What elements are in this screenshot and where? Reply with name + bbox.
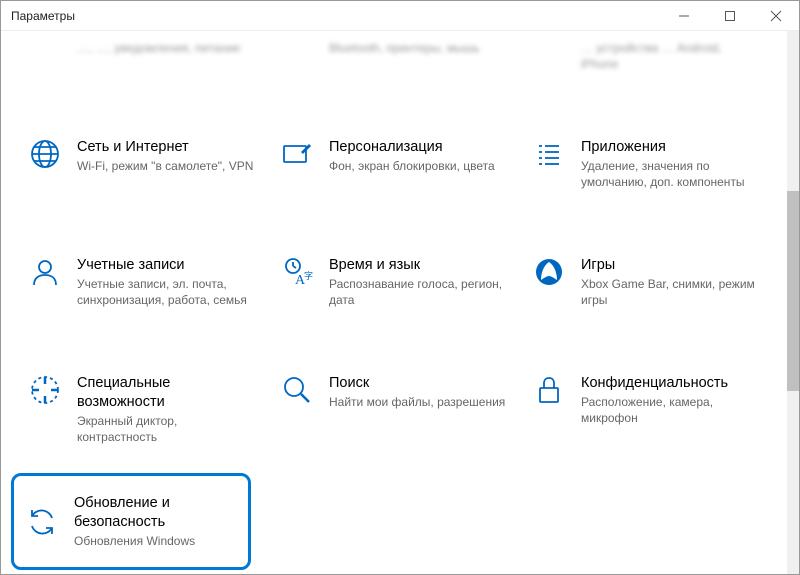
search-icon bbox=[279, 374, 315, 406]
tile-apps[interactable]: Приложения Удаление, значения по умолчани… bbox=[525, 130, 767, 198]
tile-title: Приложения bbox=[581, 138, 761, 157]
tile-desc: Wi-Fi, режим "в самолете", VPN bbox=[77, 159, 253, 175]
tile-time-language[interactable]: A字 Время и язык Распознавание голоса, рег… bbox=[273, 248, 515, 316]
tile-title: Поиск bbox=[329, 374, 505, 393]
tile-desc: Фон, экран блокировки, цвета bbox=[329, 159, 495, 175]
tile-desc: Учетные записи, эл. почта, синхронизация… bbox=[77, 277, 257, 308]
tile-title: Время и язык bbox=[329, 256, 509, 275]
lock-icon bbox=[531, 374, 567, 406]
ease-of-access-icon bbox=[27, 374, 63, 406]
tile-title: Персонализация bbox=[329, 138, 495, 157]
personalize-icon bbox=[279, 138, 315, 170]
tile-accounts[interactable]: Учетные записи Учетные записи, эл. почта,… bbox=[21, 248, 263, 316]
tile-title: Игры bbox=[581, 256, 761, 275]
content-area: …, …, уведомления, питание Bluetooth, пр… bbox=[1, 31, 787, 574]
minimize-button[interactable] bbox=[661, 1, 707, 31]
update-icon bbox=[24, 506, 60, 538]
scrollbar-track[interactable] bbox=[787, 31, 799, 574]
tile-desc: Обновления Windows bbox=[74, 534, 238, 550]
tile-ease-of-access[interactable]: Специальные возможностиЭкранный диктор, … bbox=[21, 366, 263, 453]
tile-title: Сеть и Интернет bbox=[77, 138, 253, 157]
tile-personalization[interactable]: Персонализация Фон, экран блокировки, цве… bbox=[273, 130, 515, 198]
tile-desc: Экранный диктор, контрастность bbox=[77, 414, 257, 445]
tile-partial[interactable]: Bluetooth, принтеры, мышь bbox=[273, 31, 515, 80]
tile-privacy[interactable]: Конфиденциальность Расположение, камера, … bbox=[525, 366, 767, 453]
maximize-button[interactable] bbox=[707, 1, 753, 31]
close-button[interactable] bbox=[753, 1, 799, 31]
tile-desc: Расположение, камера, микрофон bbox=[581, 395, 761, 426]
tile-network[interactable]: Сеть и Интернет Wi-Fi, режим "в самолете"… bbox=[21, 130, 263, 198]
tile-gaming[interactable]: Игры Xbox Game Bar, снимки, режим игры bbox=[525, 248, 767, 316]
tile-desc: Распознавание голоса, регион, дата bbox=[329, 277, 509, 308]
title-bar: Параметры bbox=[1, 1, 799, 31]
scrollbar-thumb[interactable] bbox=[787, 191, 799, 391]
tile-title: Специальные возможности bbox=[77, 374, 257, 412]
tile-desc: Xbox Game Bar, снимки, режим игры bbox=[581, 277, 761, 308]
tile-search[interactable]: Поиск Найти мои файлы, разрешения bbox=[273, 366, 515, 453]
gaming-icon bbox=[531, 256, 567, 288]
tile-update-security[interactable]: Обновление и безопасность Обновления Wind… bbox=[11, 473, 251, 570]
tile-partial[interactable]: …, …, уведомления, питание bbox=[21, 31, 263, 80]
time-language-icon: A字 bbox=[279, 256, 315, 288]
window-title: Параметры bbox=[1, 9, 75, 23]
tile-desc: … устройства … Android, iPhone bbox=[581, 41, 761, 72]
tile-title: Учетные записи bbox=[77, 256, 257, 275]
tile-desc: Найти мои файлы, разрешения bbox=[329, 395, 505, 411]
tile-partial[interactable]: … устройства … Android, iPhone bbox=[525, 31, 767, 80]
partial-row: …, …, уведомления, питание Bluetooth, пр… bbox=[1, 31, 787, 80]
window-controls bbox=[661, 1, 799, 31]
tiles-grid: Сеть и Интернет Wi-Fi, режим "в самолете"… bbox=[1, 130, 787, 473]
globe-icon bbox=[27, 138, 63, 170]
tile-title: Обновление и безопасность bbox=[74, 494, 238, 532]
tile-desc: Bluetooth, принтеры, мышь bbox=[329, 41, 480, 57]
tile-desc: Удаление, значения по умолчанию, доп. ко… bbox=[581, 159, 761, 190]
tile-desc: …, …, уведомления, питание bbox=[77, 41, 240, 57]
tile-title: Конфиденциальность bbox=[581, 374, 761, 393]
svg-text:字: 字 bbox=[304, 270, 313, 281]
person-icon bbox=[27, 256, 63, 288]
apps-icon bbox=[531, 138, 567, 170]
